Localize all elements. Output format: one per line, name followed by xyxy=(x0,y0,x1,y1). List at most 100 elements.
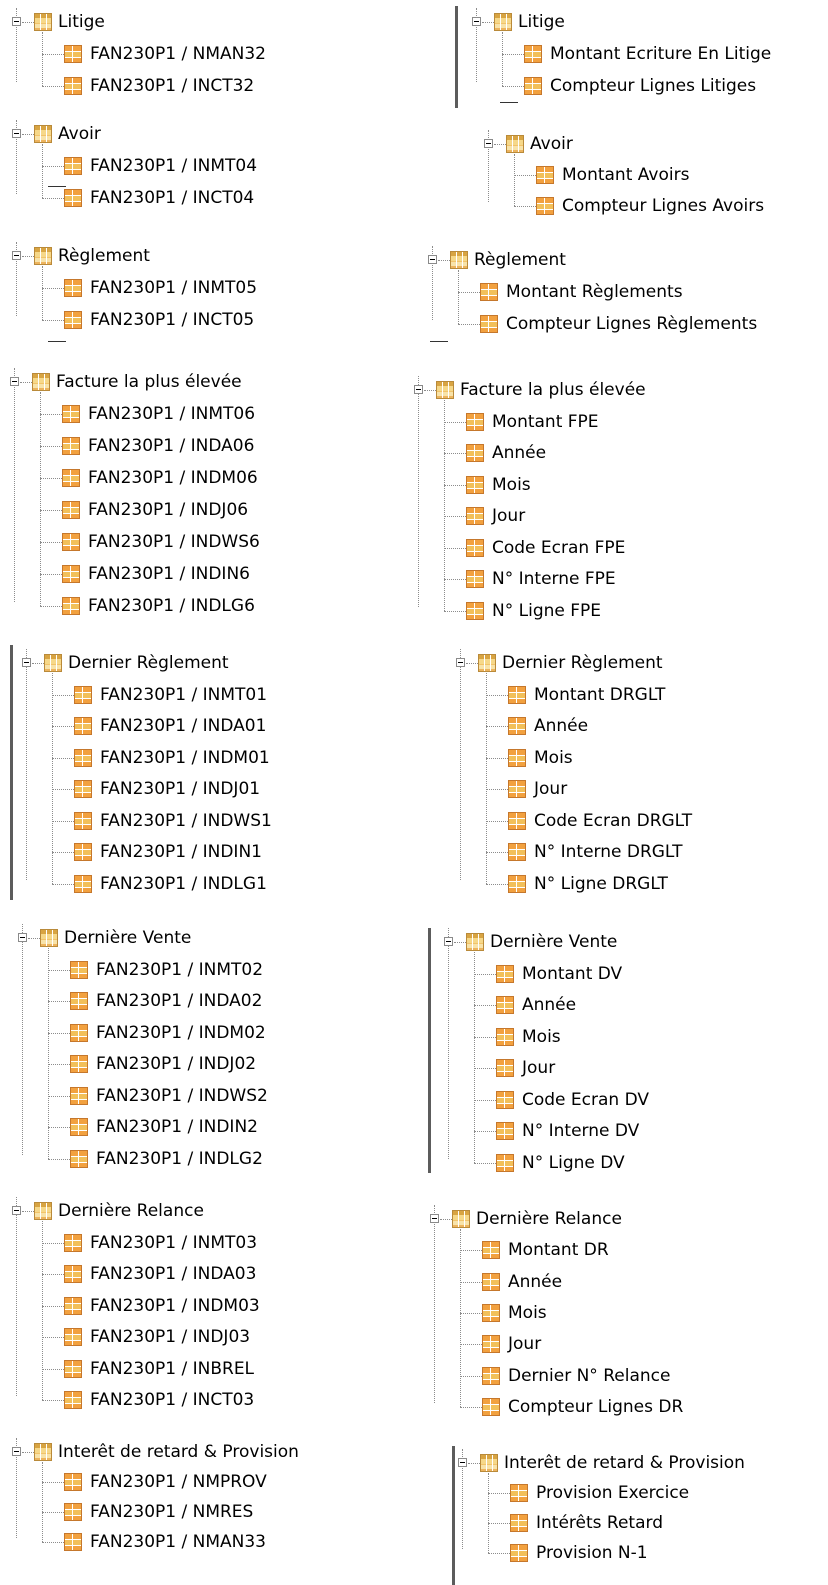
right-tree-item[interactable]: Montant FPE xyxy=(492,411,599,433)
right-tree-item[interactable]: Compteur Lignes DR xyxy=(508,1396,683,1418)
left-tree-item[interactable]: FAN230P1 / INDJ03 xyxy=(90,1326,250,1348)
left-group-title[interactable]: Litige xyxy=(58,11,105,33)
right-tree-item[interactable]: N° Ligne FPE xyxy=(492,600,601,622)
collapse-toggle-icon[interactable] xyxy=(428,255,437,264)
left-group-title[interactable]: Dernier Règlement xyxy=(68,652,229,674)
left-tree-item[interactable]: FAN230P1 / NMAN33 xyxy=(90,1531,266,1553)
right-tree-item[interactable]: Montant Avoirs xyxy=(562,164,689,186)
right-tree-item[interactable]: Montant Règlements xyxy=(506,281,683,303)
left-group-title[interactable]: Interêt de retard & Provision xyxy=(58,1441,299,1463)
left-tree-item[interactable]: FAN230P1 / INDWS6 xyxy=(88,531,260,553)
right-tree-item[interactable]: Compteur Lignes Litiges xyxy=(550,75,756,97)
collapse-toggle-icon[interactable] xyxy=(12,17,21,26)
left-tree-item[interactable]: FAN230P1 / INDM02 xyxy=(96,1022,266,1044)
right-tree-item[interactable]: Jour xyxy=(534,778,567,800)
left-tree-item[interactable]: FAN230P1 / INDM03 xyxy=(90,1295,260,1317)
right-tree-item[interactable]: Mois xyxy=(492,474,531,496)
right-group-title[interactable]: Facture la plus élevée xyxy=(460,379,646,401)
collapse-toggle-icon[interactable] xyxy=(12,1447,21,1456)
left-tree-item[interactable]: FAN230P1 / NMPROV xyxy=(90,1471,267,1493)
right-tree-item[interactable]: N° Interne DV xyxy=(522,1120,639,1142)
right-tree-item[interactable]: Code Ecran DV xyxy=(522,1089,649,1111)
right-tree-item[interactable]: Provision Exercice xyxy=(536,1482,689,1504)
right-tree-item[interactable]: Jour xyxy=(492,505,525,527)
left-tree-item[interactable]: FAN230P1 / INDM06 xyxy=(88,467,258,489)
right-tree-item[interactable]: Code Ecran FPE xyxy=(492,537,625,559)
right-tree-item[interactable]: Année xyxy=(492,442,546,464)
left-tree-item[interactable]: FAN230P1 / INMT02 xyxy=(96,959,263,981)
right-group-title[interactable]: Dernière Relance xyxy=(476,1208,622,1230)
left-tree-item[interactable]: FAN230P1 / INMT01 xyxy=(100,684,267,706)
left-tree-item[interactable]: FAN230P1 / INDWS1 xyxy=(100,810,272,832)
right-tree-item[interactable]: Montant DV xyxy=(522,963,622,985)
right-tree-item[interactable]: Intérêts Retard xyxy=(536,1512,663,1534)
collapse-toggle-icon[interactable] xyxy=(484,139,493,148)
collapse-toggle-icon[interactable] xyxy=(18,933,27,942)
collapse-toggle-icon[interactable] xyxy=(456,658,465,667)
right-tree-item[interactable]: Dernier N° Relance xyxy=(508,1365,670,1387)
left-tree-item[interactable]: FAN230P1 / INDIN1 xyxy=(100,841,262,863)
right-tree-item[interactable]: N° Interne FPE xyxy=(492,568,616,590)
right-tree-item[interactable]: Jour xyxy=(522,1057,555,1079)
right-tree-item[interactable]: N° Ligne DRGLT xyxy=(534,873,668,895)
collapse-toggle-icon[interactable] xyxy=(10,377,19,386)
left-tree-item[interactable]: FAN230P1 / INMT04 xyxy=(90,155,257,177)
right-tree-item[interactable]: Provision N-1 xyxy=(536,1542,648,1564)
left-tree-item[interactable]: FAN230P1 / INDJ02 xyxy=(96,1053,256,1075)
collapse-toggle-icon[interactable] xyxy=(458,1458,467,1467)
left-tree-item[interactable]: FAN230P1 / NMAN32 xyxy=(90,43,266,65)
collapse-toggle-icon[interactable] xyxy=(430,1214,439,1223)
right-group-title[interactable]: Dernière Vente xyxy=(490,931,617,953)
right-tree-item[interactable]: Année xyxy=(508,1271,562,1293)
right-tree-item[interactable]: Montant DRGLT xyxy=(534,684,665,706)
left-tree-item[interactable]: FAN230P1 / INDA06 xyxy=(88,435,254,457)
left-tree-item[interactable]: FAN230P1 / INDM01 xyxy=(100,747,270,769)
left-group-title[interactable]: Facture la plus élevée xyxy=(56,371,242,393)
left-group-title[interactable]: Règlement xyxy=(58,245,150,267)
left-group-title[interactable]: Avoir xyxy=(58,123,101,145)
left-tree-item[interactable]: FAN230P1 / INDLG1 xyxy=(100,873,267,895)
left-tree-item[interactable]: FAN230P1 / INDLG6 xyxy=(88,595,255,617)
left-tree-item[interactable]: FAN230P1 / INCT32 xyxy=(90,75,254,97)
right-tree-item[interactable]: Mois xyxy=(508,1302,547,1324)
collapse-toggle-icon[interactable] xyxy=(414,385,423,394)
left-tree-item[interactable]: FAN230P1 / INMT03 xyxy=(90,1232,257,1254)
left-group-title[interactable]: Dernière Relance xyxy=(58,1200,204,1222)
collapse-toggle-icon[interactable] xyxy=(444,937,453,946)
left-tree-item[interactable]: FAN230P1 / INMT05 xyxy=(90,277,257,299)
right-tree-item[interactable]: Jour xyxy=(508,1333,541,1355)
left-tree-item[interactable]: FAN230P1 / INCT04 xyxy=(90,187,254,209)
left-tree-item[interactable]: FAN230P1 / INDA03 xyxy=(90,1263,256,1285)
right-tree-item[interactable]: Montant DR xyxy=(508,1239,609,1261)
right-tree-item[interactable]: Compteur Lignes Règlements xyxy=(506,313,757,335)
right-tree-item[interactable]: Code Ecran DRGLT xyxy=(534,810,692,832)
left-tree-item[interactable]: FAN230P1 / INDIN2 xyxy=(96,1116,258,1138)
right-group-title[interactable]: Règlement xyxy=(474,249,566,271)
left-tree-item[interactable]: FAN230P1 / INDIN6 xyxy=(88,563,250,585)
right-tree-item[interactable]: Montant Ecriture En Litige xyxy=(550,43,771,65)
collapse-toggle-icon[interactable] xyxy=(12,1206,21,1215)
collapse-toggle-icon[interactable] xyxy=(472,17,481,26)
left-tree-item[interactable]: FAN230P1 / INDJ01 xyxy=(100,778,260,800)
collapse-toggle-icon[interactable] xyxy=(12,251,21,260)
left-tree-item[interactable]: FAN230P1 / INMT06 xyxy=(88,403,255,425)
left-tree-item[interactable]: FAN230P1 / NMRES xyxy=(90,1501,253,1523)
left-tree-item[interactable]: FAN230P1 / INCT05 xyxy=(90,309,254,331)
right-tree-item[interactable]: Année xyxy=(534,715,588,737)
left-tree-item[interactable]: FAN230P1 / INCT03 xyxy=(90,1389,254,1411)
right-group-title[interactable]: Dernier Règlement xyxy=(502,652,663,674)
left-tree-item[interactable]: FAN230P1 / INDA02 xyxy=(96,990,262,1012)
right-group-title[interactable]: Litige xyxy=(518,11,565,33)
right-tree-item[interactable]: Compteur Lignes Avoirs xyxy=(562,195,764,217)
left-group-title[interactable]: Dernière Vente xyxy=(64,927,191,949)
left-tree-item[interactable]: FAN230P1 / INBREL xyxy=(90,1358,254,1380)
left-tree-item[interactable]: FAN230P1 / INDA01 xyxy=(100,715,266,737)
left-tree-item[interactable]: FAN230P1 / INDJ06 xyxy=(88,499,248,521)
left-tree-item[interactable]: FAN230P1 / INDWS2 xyxy=(96,1085,268,1107)
right-tree-item[interactable]: Année xyxy=(522,994,576,1016)
right-tree-item[interactable]: N° Ligne DV xyxy=(522,1152,625,1174)
left-tree-item[interactable]: FAN230P1 / INDLG2 xyxy=(96,1148,263,1170)
collapse-toggle-icon[interactable] xyxy=(22,658,31,667)
collapse-toggle-icon[interactable] xyxy=(12,129,21,138)
right-tree-item[interactable]: Mois xyxy=(534,747,573,769)
